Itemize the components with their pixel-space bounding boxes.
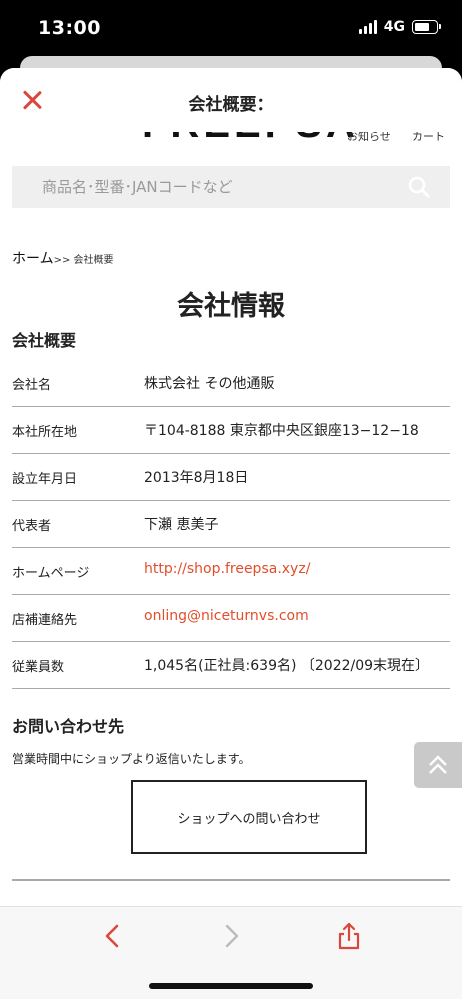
row-value: 株式会社 その他通販 [144,376,275,392]
row-key: 店補連絡先 [12,613,78,628]
search-bar [12,166,450,208]
search-input[interactable] [12,166,422,208]
breadcrumb-current: >> 会社概要 [53,255,114,266]
breadcrumb-home[interactable]: ホーム [12,251,54,267]
battery-icon [412,20,441,34]
email-link[interactable]: onling@niceturnvs.com [144,608,309,624]
row-key: 設立年月日 [12,472,78,487]
contact-shop-button[interactable]: ショップへの問い合わせ [131,780,367,854]
table-row: 本社所在地 〒104-8188 東京都中央区銀座13−12−18 [12,407,450,454]
row-value: 下瀬 恵美子 [144,517,219,533]
search-icon[interactable] [408,176,430,198]
table-row: 設立年月日 2013年8月18日 [12,454,450,501]
row-key: 会社名 [12,378,52,393]
row-key: 従業員数 [12,660,65,675]
forward-arrow-icon[interactable] [216,921,246,951]
row-key: 本社所在地 [12,425,78,440]
share-icon[interactable] [334,921,364,951]
table-row: 会社名 株式会社 その他通販 [12,360,450,407]
sheet-header: 会社概要： [0,68,462,132]
table-row: 代表者 下瀬 恵美子 [12,501,450,548]
back-arrow-icon[interactable] [98,921,128,951]
row-value: 〒104-8188 東京都中央区銀座13−12−18 [144,423,419,439]
breadcrumb: ホーム>> 会社概要 [12,248,114,268]
contact-heading: お問い合わせ先 [12,717,125,736]
row-key: 代表者 [12,519,52,534]
modal-sheet: FREEPSA お知らせ カート 会社概要： ホーム>> 会社概要 会社情報 会… [0,68,462,999]
network-label: 4G [383,19,405,35]
contact-note: 営業時間中にショップより返信いたします。 [12,752,251,766]
signal-icon [358,20,377,34]
table-row: ホームページ http://shop.freepsa.xyz/ [12,548,450,595]
divider [12,879,450,881]
status-right: 4G [358,19,441,35]
row-key: ホームページ [12,566,90,581]
company-info-table: 会社名 株式会社 その他通販 本社所在地 〒104-8188 東京都中央区銀座1… [12,360,450,689]
status-time: 13:00 [38,17,101,39]
overview-heading: 会社概要 [12,331,77,350]
status-bar: 13:00 4G [0,0,462,56]
table-row: 店補連絡先 onling@niceturnvs.com [12,595,450,642]
home-indicator [149,983,313,989]
homepage-link[interactable]: http://shop.freepsa.xyz/ [144,561,310,577]
sheet-title: 会社概要： [188,95,274,115]
browser-toolbar [0,906,462,999]
row-value: 1,045名(正社員:639名) 〔2022/09末現在〕 [144,658,430,674]
double-chevron-up-icon [429,755,447,774]
table-row: 従業員数 1,045名(正社員:639名) 〔2022/09末現在〕 [12,642,450,689]
scroll-to-top-button[interactable] [414,742,462,788]
page-title: 会社情報 [177,291,285,322]
row-value: 2013年8月18日 [144,470,249,486]
